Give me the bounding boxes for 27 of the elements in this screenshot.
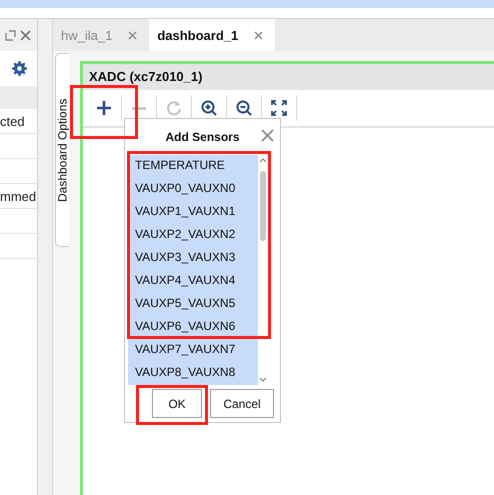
ok-button[interactable]: OK [152,389,202,418]
expand-icon [271,100,287,116]
close-icon[interactable] [254,30,264,40]
close-icon[interactable] [128,30,138,40]
scroll-up-icon[interactable] [259,157,267,163]
highlight-frame [136,385,208,425]
scrollbar[interactable] [258,155,268,385]
dialog-title: Add Sensors [165,130,240,144]
tab[interactable]: dashboard_1 [149,19,276,51]
scroll-thumb[interactable] [260,171,266,241]
scroll-down-icon[interactable] [259,377,267,383]
close-icon[interactable] [20,30,31,40]
restore-icon[interactable] [5,30,16,40]
highlight-frame [70,85,138,139]
minus-icon [131,106,147,110]
cancel-button[interactable]: Cancel [210,389,274,418]
side-tab[interactable]: Dashboard Options [55,53,69,247]
list-row-text: mmed [0,188,36,204]
zoom-in-icon [200,100,218,116]
close-icon[interactable] [261,129,274,142]
zoom-out-icon [236,100,252,116]
refresh-icon [166,100,182,116]
settings-icon[interactable] [12,61,27,76]
panel-title: XADC (xc7z010_1) [89,70,202,84]
section-header [0,86,37,109]
list-row-text: cted [0,114,25,128]
plus-icon [96,100,112,116]
